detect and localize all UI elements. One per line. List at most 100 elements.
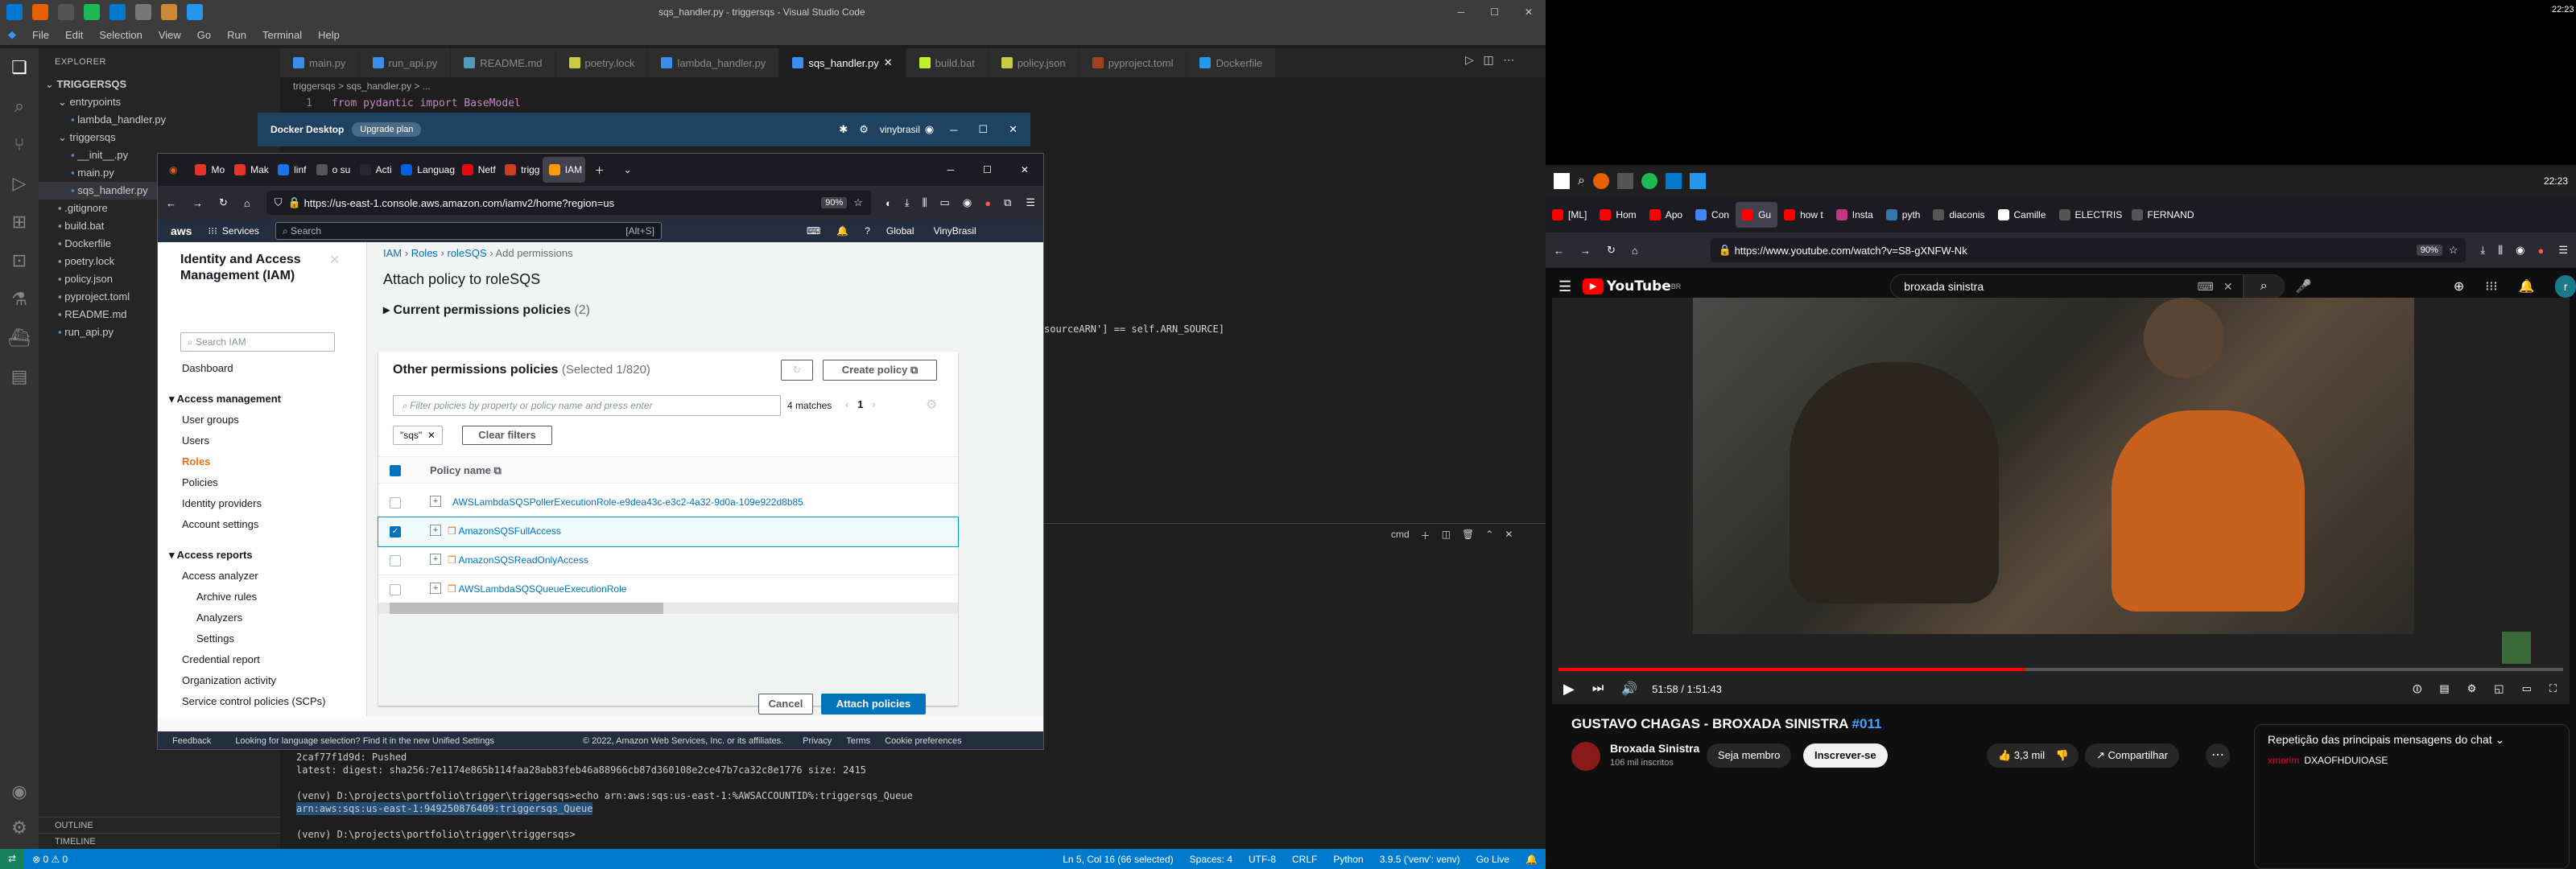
nav-item[interactable]: Credential report: [158, 649, 366, 670]
browser-tab[interactable]: Hom: [1593, 202, 1642, 228]
close-nav-icon[interactable]: ✕: [329, 252, 340, 268]
browser-tab[interactable]: Gu: [1736, 202, 1778, 228]
policy-row[interactable]: + ❒ AWSLambdaSQSQueueExecutionRole: [378, 575, 958, 604]
keyboard-icon[interactable]: ⌨: [2198, 280, 2214, 294]
current-policies-toggle[interactable]: ▸ Current permissions policies (2): [383, 302, 590, 318]
windows-start-icon[interactable]: [1554, 173, 1570, 189]
policy-name-link[interactable]: AmazonSQSFullAccess: [458, 525, 560, 537]
region-selector[interactable]: Global: [886, 225, 914, 237]
more-actions-button[interactable]: ⋯: [2206, 743, 2230, 768]
menu-edit[interactable]: Edit: [57, 29, 91, 41]
browser-tab[interactable]: linf: [271, 157, 309, 183]
expand-row-icon[interactable]: +: [430, 525, 441, 536]
preferences-gear-icon[interactable]: ⚙: [926, 397, 937, 413]
browser-tab[interactable]: o su: [310, 157, 353, 183]
spotify-taskbar-icon[interactable]: [84, 4, 100, 20]
create-icon[interactable]: ⊕: [2454, 278, 2464, 294]
chat-header[interactable]: Repetição das principais mensagens do ch…: [2255, 725, 2569, 755]
row-checkbox[interactable]: [390, 555, 401, 566]
browser-tab[interactable]: FERNAND: [2125, 202, 2198, 228]
docker-avatar-icon[interactable]: ◉: [925, 123, 934, 136]
nav-item[interactable]: Settings: [158, 628, 366, 649]
minimize-icon[interactable]: ─: [947, 164, 955, 175]
more-actions-icon[interactable]: ⋯: [1503, 53, 1514, 66]
join-button[interactable]: Seja membro: [1707, 743, 1792, 768]
menu-run[interactable]: Run: [219, 29, 254, 41]
nav-item[interactable]: Users: [158, 430, 366, 451]
yt-zoom-badge[interactable]: 90%: [2416, 245, 2442, 256]
system-clock[interactable]: 22:23: [2544, 175, 2568, 187]
menu-selection[interactable]: Selection: [91, 29, 150, 41]
row-checkbox[interactable]: ✓: [390, 526, 401, 537]
vscode-taskbar-icon[interactable]: [109, 4, 126, 20]
account-menu[interactable]: VinyBrasil: [934, 225, 976, 237]
bookmark-star-icon[interactable]: ☆: [853, 196, 863, 209]
crumb-role[interactable]: roleSQS: [448, 247, 487, 259]
row-checkbox[interactable]: [390, 497, 401, 509]
notebook-icon[interactable]: ▤: [0, 357, 39, 396]
clear-filters-button[interactable]: Clear filters: [462, 426, 552, 445]
zoom-badge[interactable]: 90%: [821, 197, 848, 208]
new-tab-icon[interactable]: ＋: [595, 163, 605, 177]
nav-item[interactable]: Account settings: [158, 514, 366, 535]
firefox-taskbar-icon[interactable]: [32, 4, 48, 20]
fullscreen-icon[interactable]: ⛶: [2549, 682, 2557, 695]
youtube-logo-text[interactable]: YouTube: [1607, 278, 1671, 294]
new-terminal-icon[interactable]: ＋: [1421, 529, 1430, 542]
browser-tab[interactable]: Netf: [456, 157, 498, 183]
editor-tab[interactable]: Dockerfile: [1187, 48, 1277, 77]
page-number[interactable]: 1: [857, 398, 863, 410]
clear-search-icon[interactable]: ✕: [2223, 280, 2233, 294]
nav-item[interactable]: Identity providers: [158, 493, 366, 514]
go-live-button[interactable]: Go Live: [1468, 854, 1517, 865]
taskbar-app-icon-2[interactable]: [135, 4, 151, 20]
browser-tab[interactable]: IAM: [542, 157, 585, 183]
line-endings[interactable]: CRLF: [1284, 854, 1325, 865]
terms-link[interactable]: Terms: [846, 736, 870, 746]
reload-icon[interactable]: ↻: [211, 196, 236, 209]
horizontal-scrollbar[interactable]: [378, 603, 958, 614]
aws-search-box[interactable]: ⌕ Search [Alt+S]: [275, 222, 662, 240]
row-checkbox[interactable]: [390, 584, 401, 595]
editor-tab[interactable]: README.md: [451, 48, 556, 77]
extension-icon[interactable]: ●: [978, 197, 997, 209]
run-debug-icon[interactable]: ▷: [0, 164, 39, 203]
extensions-icon[interactable]: ⧉: [997, 196, 1018, 209]
nav-dashboard[interactable]: Dashboard: [158, 358, 366, 379]
nav-item[interactable]: Analyzers: [158, 607, 366, 628]
run-icon[interactable]: ▷: [1465, 53, 1474, 66]
extension-icon[interactable]: ●: [2531, 245, 2550, 257]
firefox-view-icon[interactable]: ◉: [169, 164, 177, 175]
browser-tab[interactable]: [ML]: [1546, 202, 1593, 228]
policy-name-link[interactable]: AWSLambdaSQSPollerExecutionRole-e9dea43c…: [452, 496, 803, 508]
taskbar-app-icon-3[interactable]: [161, 4, 177, 20]
browser-tab[interactable]: Camille: [1992, 202, 2053, 228]
crumb-roles[interactable]: Roles: [411, 247, 438, 259]
nav-access-management[interactable]: ▾ Access management: [158, 389, 366, 410]
python-interpreter[interactable]: 3.9.5 ('venv': venv): [1372, 854, 1468, 865]
notifications-icon[interactable]: 🔔: [2518, 278, 2534, 294]
hamburger-menu-icon[interactable]: ☰: [2550, 244, 2576, 257]
minimize-button[interactable]: ─: [1445, 6, 1478, 18]
source-control-icon[interactable]: ⑂: [0, 126, 39, 164]
services-menu[interactable]: Services: [222, 225, 259, 237]
tree-folder[interactable]: ⌄ triggersqs: [39, 129, 280, 146]
play-button-icon[interactable]: ▶: [1563, 681, 1575, 698]
tree-file[interactable]: ▪ lambda_handler.py: [39, 111, 280, 129]
home-icon[interactable]: ⌂: [236, 197, 258, 209]
iam-search-input[interactable]: ⌕ Search IAM: [180, 332, 335, 352]
taskbar-app-icon[interactable]: [1616, 173, 1633, 189]
extensions-icon[interactable]: ⊞: [0, 203, 39, 241]
nav-item[interactable]: Organization activity: [158, 670, 366, 691]
create-policy-button[interactable]: Create policy ⧉: [823, 360, 937, 381]
channel-avatar[interactable]: [1571, 742, 1600, 771]
indentation[interactable]: Spaces: 4: [1182, 854, 1241, 865]
channel-watermark[interactable]: [2502, 632, 2531, 664]
terminal-cmd-label[interactable]: cmd: [1391, 529, 1410, 542]
editor-tab[interactable]: lambda_handler.py: [648, 48, 780, 77]
split-terminal-icon[interactable]: ◫: [1442, 529, 1451, 542]
expand-row-icon[interactable]: +: [430, 583, 441, 594]
docker-minimize[interactable]: ─: [950, 124, 957, 136]
nav-item[interactable]: User groups: [158, 410, 366, 430]
editor-tab[interactable]: policy.json: [988, 48, 1080, 77]
